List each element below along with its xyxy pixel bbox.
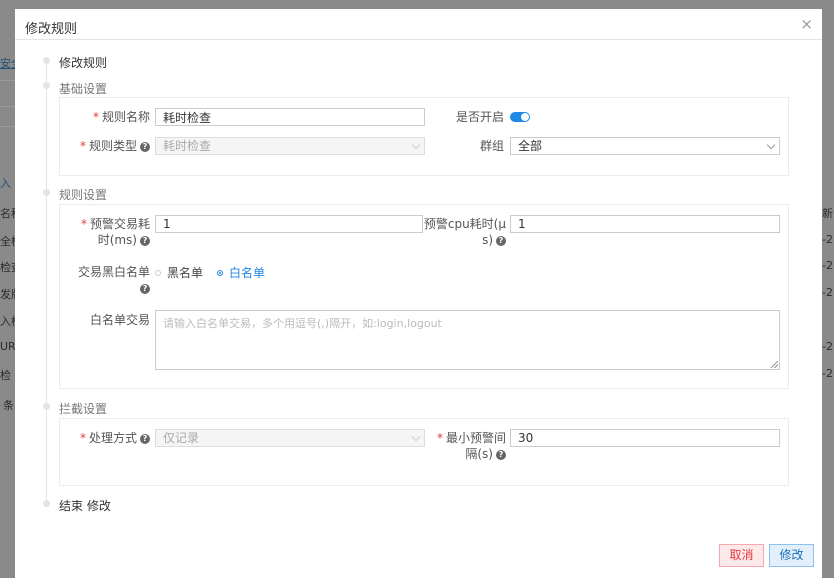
bg-divider xyxy=(0,106,16,107)
section-title-rule: 规则设置 xyxy=(59,188,108,202)
group-select[interactable]: 全部 xyxy=(510,137,780,155)
timeline-line xyxy=(46,61,47,507)
mode-label: * 处理方式? xyxy=(66,430,150,446)
rule-name-label: * 规则名称 xyxy=(92,110,150,124)
bg-text: 安全 xyxy=(0,57,16,70)
bg-text: 检 xyxy=(0,369,11,382)
close-icon[interactable]: × xyxy=(800,15,813,33)
timeline-dot xyxy=(43,57,50,64)
group-label: 群组 xyxy=(479,139,504,153)
trade-time-label: * 预警交易耗 时(ms)? xyxy=(80,217,150,247)
timeline-dot xyxy=(43,500,50,507)
textarea-placeholder: 请输入白名单交易，多个用逗号(,)隔开，如:login,logout xyxy=(163,317,442,330)
rule-name-input[interactable] xyxy=(155,108,425,126)
min-interval-input[interactable] xyxy=(510,429,780,447)
modal-title: 修改规则 xyxy=(25,22,78,37)
bg-text: 新 xyxy=(822,207,833,220)
bg-text: -2 xyxy=(822,367,833,380)
cancel-button[interactable]: 取消 xyxy=(719,544,764,567)
group-value: 全部 xyxy=(518,139,543,153)
timeline-dot xyxy=(43,189,50,196)
chevron-down-icon xyxy=(411,432,421,442)
help-icon[interactable]: ? xyxy=(496,449,506,460)
radio-dot xyxy=(217,269,223,276)
min-interval-label: * 最小预警间 隔(s)? xyxy=(436,431,506,461)
help-icon[interactable]: ? xyxy=(140,433,150,444)
bg-text: URL xyxy=(0,340,16,353)
enabled-switch[interactable] xyxy=(510,112,530,122)
intercept-settings-box: * 处理方式? 仅记录 * 最小预警间 隔(s)? xyxy=(59,418,789,486)
basic-settings-box: *规则名称 是否开启 *规则类型? 耗时检查 群组 全部 xyxy=(59,97,789,176)
cpu-time-label: 预警cpu耗时(μ s)? xyxy=(423,217,506,247)
rule-type-select: 耗时检查 xyxy=(155,137,425,155)
bg-text: 名称 xyxy=(0,207,16,220)
whitelist-trades-textarea[interactable]: 请输入白名单交易，多个用逗号(,)隔开，如:login,logout xyxy=(155,310,780,370)
timeline-dot xyxy=(43,403,50,410)
chevron-down-icon xyxy=(766,140,776,150)
bg-divider xyxy=(0,126,16,127)
section-title-intercept: 拦截设置 xyxy=(59,402,108,416)
bg-text: -2 xyxy=(822,259,833,272)
bg-text: 入检 xyxy=(0,315,16,328)
help-icon[interactable]: ? xyxy=(496,235,506,246)
resize-handle-icon[interactable] xyxy=(771,361,778,368)
mode-select: 仅记录 xyxy=(155,429,425,447)
cpu-time-input[interactable] xyxy=(510,215,780,233)
radio-dot xyxy=(155,269,161,276)
rule-type-label: * 规则类型? xyxy=(66,138,150,154)
enabled-label: 是否开启 xyxy=(455,110,504,124)
bg-text: 全检 xyxy=(0,235,16,248)
bg-text: -2 xyxy=(822,233,833,246)
blacklist-radio[interactable]: 黑名单 xyxy=(155,264,203,281)
mode-value: 仅记录 xyxy=(163,431,200,445)
bg-text: 入 xyxy=(0,177,11,190)
timeline-dot xyxy=(43,82,50,89)
help-icon[interactable]: ? xyxy=(140,283,150,294)
help-icon[interactable]: ? xyxy=(140,235,150,246)
whitelist-radio[interactable]: 白名单 xyxy=(217,264,265,281)
modal-header: 修改规则 × xyxy=(15,9,822,40)
help-icon[interactable]: ? xyxy=(140,141,150,152)
bg-text: 发版 xyxy=(0,288,16,301)
section-title-basic: 基础设置 xyxy=(59,82,108,96)
rule-settings-box: *预警交易耗时(ms)? 预警cpu耗时(μs)? 交易黑白名单? 黑名单 白名… xyxy=(59,204,789,389)
list-mode-label: 交易黑白名单? xyxy=(77,265,150,294)
switch-knob xyxy=(521,113,529,121)
timeline-end: 结束 修改 xyxy=(59,499,111,513)
rule-type-value: 耗时检查 xyxy=(163,139,212,153)
whitelist-trades-label: 白名单交易 xyxy=(89,313,150,327)
trade-time-input[interactable] xyxy=(155,215,423,233)
bg-text: 检查 xyxy=(0,261,16,274)
edit-rule-modal: 修改规则 × 修改规则 基础设置 规则设置 拦截设置 结束 修改 *规则名称 是… xyxy=(15,9,822,578)
bg-text: -2 xyxy=(822,286,833,299)
timeline-start: 修改规则 xyxy=(59,56,108,70)
chevron-down-icon xyxy=(411,140,421,150)
bg-text: 条 xyxy=(3,399,14,412)
submit-button[interactable]: 修改 xyxy=(769,544,814,567)
bg-text: -2 xyxy=(822,340,833,353)
bg-divider xyxy=(0,80,16,81)
